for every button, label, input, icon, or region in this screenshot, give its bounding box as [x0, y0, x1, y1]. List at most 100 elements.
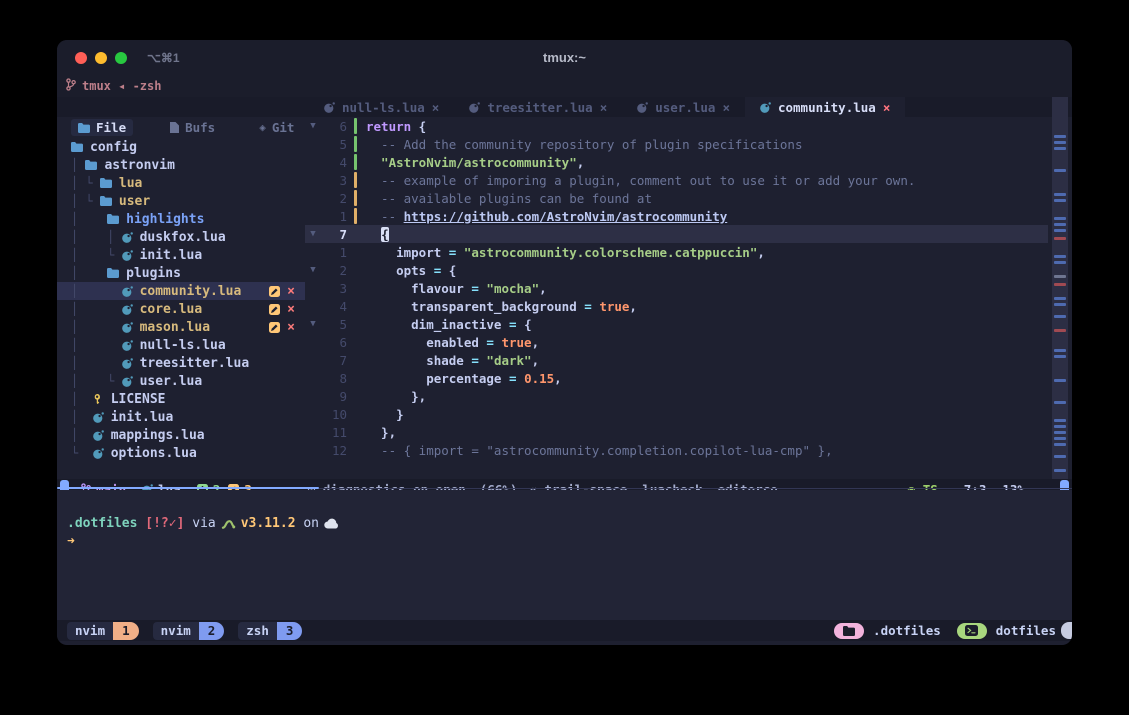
- tree-item-astronvim[interactable]: │ astronvim: [57, 156, 305, 174]
- git-sign: [354, 370, 357, 386]
- code-text: },: [360, 425, 396, 440]
- close-buffer-icon[interactable]: ×: [432, 100, 440, 115]
- tmux-window-2[interactable]: nvim2: [153, 622, 225, 640]
- tree-item-user.lua[interactable]: │ └ user.lua: [57, 372, 305, 390]
- folder-icon: [107, 214, 119, 224]
- code-line[interactable]: 8 percentage = 0.15,: [305, 369, 1048, 387]
- tree-item-duskfox.lua[interactable]: │ │ duskfox.lua: [57, 228, 305, 246]
- tree-item-lua[interactable]: │ └ lua: [57, 174, 305, 192]
- code-line[interactable]: 1 -- https://github.com/AstroNvim/astroc…: [305, 207, 1048, 225]
- shell-pane[interactable]: .dotfiles [!?✓] viav3.11.2 on ➜: [57, 490, 1072, 620]
- tree-item-plugins[interactable]: │ plugins: [57, 264, 305, 282]
- code-line[interactable]: 10 }: [305, 405, 1048, 423]
- tree-item-highlights[interactable]: │ highlights: [57, 210, 305, 228]
- code-line[interactable]: ▼7 {: [305, 225, 1048, 243]
- lua-icon: [93, 448, 104, 459]
- active-pane-border-segment: [57, 487, 319, 489]
- code-editor[interactable]: ▼6return {5 -- Add the community reposit…: [305, 117, 1048, 459]
- fold-chevron-icon[interactable]: ▼: [305, 265, 321, 275]
- git-sign: [354, 298, 357, 314]
- code-line[interactable]: 3 -- example of imporing a plugin, comme…: [305, 171, 1048, 189]
- tree-guide: │: [71, 428, 93, 442]
- nvim-body: FileBufs◈Git config│ astronvim│ └ lua│ └…: [57, 117, 1048, 459]
- code-line[interactable]: 1 import = "astrocommunity.colorscheme.c…: [305, 243, 1048, 261]
- explorer-tab-label: Git: [272, 120, 295, 135]
- tree-item-null-ls.lua[interactable]: │ null-ls.lua: [57, 336, 305, 354]
- code-line[interactable]: 11 },: [305, 423, 1048, 441]
- tree-item-label: plugins: [126, 266, 181, 281]
- lua-icon: [122, 340, 133, 351]
- tree-item-user[interactable]: │ └ user: [57, 192, 305, 210]
- scrollbar-mark: [1054, 217, 1066, 220]
- fold-chevron-icon[interactable]: ▼: [305, 229, 321, 239]
- tree-item-core.lua[interactable]: │ core.lua×: [57, 300, 305, 318]
- buffer-tab-user.lua[interactable]: user.lua ×: [622, 97, 745, 117]
- code-line[interactable]: 4 transparent_background = true,: [305, 297, 1048, 315]
- code-line[interactable]: 4 "AstroNvim/astrocommunity",: [305, 153, 1048, 171]
- scrollbar-mark: [1054, 169, 1066, 172]
- line-number: 2: [321, 191, 354, 206]
- close-buffer-icon[interactable]: ×: [883, 100, 891, 115]
- close-window-button[interactable]: [75, 52, 87, 64]
- tmux-window-1[interactable]: nvim1: [67, 622, 139, 640]
- terminal-tab-bar[interactable]: tmux ◂ -zsh: [57, 75, 1072, 98]
- git-sign: [354, 262, 357, 278]
- tree-item-mappings.lua[interactable]: │ mappings.lua: [57, 426, 305, 444]
- code-line[interactable]: ▼2 opts = {: [305, 261, 1048, 279]
- tree-item-config[interactable]: config: [57, 138, 305, 156]
- tree-item-init.lua[interactable]: │ └ init.lua: [57, 246, 305, 264]
- explorer-tab-file[interactable]: File: [71, 119, 133, 136]
- line-number: 4: [321, 299, 354, 314]
- code-line[interactable]: 2 -- available plugins can be found at: [305, 189, 1048, 207]
- explorer-tab-git[interactable]: ◈Git: [252, 119, 301, 136]
- scrollbar-mark: [1054, 329, 1066, 332]
- explorer-tab-bufs[interactable]: Bufs: [163, 119, 222, 136]
- scrollbar-mark: [1054, 193, 1066, 196]
- scrollbar-mark: [1054, 223, 1066, 226]
- minimize-window-button[interactable]: [95, 52, 107, 64]
- tmux-window-name: nvim: [67, 622, 113, 640]
- fold-chevron-icon[interactable]: ▼: [305, 319, 321, 329]
- tree-item-options.lua[interactable]: └ options.lua: [57, 444, 305, 462]
- code-line[interactable]: 6 enabled = true,: [305, 333, 1048, 351]
- code-line[interactable]: ▼6return {: [305, 117, 1048, 135]
- code-line[interactable]: ▼5 dim_inactive = {: [305, 315, 1048, 333]
- scrollbar-mark: [1054, 199, 1066, 202]
- tmux-pane-border[interactable]: [57, 487, 1072, 489]
- code-line[interactable]: 9 },: [305, 387, 1048, 405]
- code-line[interactable]: 7 shade = "dark",: [305, 351, 1048, 369]
- tree-guide: │: [71, 320, 122, 334]
- fold-chevron-icon[interactable]: ▼: [305, 121, 321, 131]
- code-text: -- example of imporing a plugin, comment…: [360, 173, 915, 188]
- tree-item-LICENSE[interactable]: │ LICENSE: [57, 390, 305, 408]
- tree-item-label: astronvim: [104, 158, 174, 173]
- scrollbar-mark: [1054, 237, 1066, 240]
- editor-scrollbar[interactable]: [1052, 97, 1068, 479]
- tree-item-init.lua[interactable]: │ init.lua: [57, 408, 305, 426]
- code-line[interactable]: 5 -- Add the community repository of plu…: [305, 135, 1048, 153]
- tmux-window-number: 1: [113, 622, 139, 640]
- zoom-window-button[interactable]: [115, 52, 127, 64]
- code-line[interactable]: 3 flavour = "mocha",: [305, 279, 1048, 297]
- git-sign: [354, 442, 357, 458]
- lua-icon: [122, 304, 133, 315]
- close-buffer-icon[interactable]: ×: [600, 100, 608, 115]
- buffer-tab-null-ls.lua[interactable]: null-ls.lua×: [309, 97, 454, 117]
- buffer-tab-label: user.lua: [655, 100, 715, 115]
- buffer-tab-treesitter.lua[interactable]: treesitter.lua×: [454, 97, 622, 117]
- buffer-tab-community.lua[interactable]: community.lua×: [745, 97, 905, 117]
- tree-item-treesitter.lua[interactable]: │ treesitter.lua: [57, 354, 305, 372]
- prompt-dir: .dotfiles: [67, 516, 137, 531]
- diagnostic-x-icon: ×: [287, 285, 295, 298]
- tmux-window-3[interactable]: zsh3: [238, 622, 302, 640]
- tree-guide: │ └: [71, 248, 122, 262]
- scrollbar-mark: [1054, 229, 1066, 232]
- scrollbar-mark: [1054, 297, 1066, 300]
- tree-item-community.lua[interactable]: │ community.lua×: [57, 282, 305, 300]
- tree-item-mason.lua[interactable]: │ mason.lua×: [57, 318, 305, 336]
- tree-item-label: duskfox.lua: [140, 230, 226, 245]
- code-line[interactable]: 12 -- { import = "astrocommunity.complet…: [305, 441, 1048, 459]
- line-number: 7: [321, 353, 354, 368]
- close-buffer-icon[interactable]: ×: [722, 100, 730, 115]
- file-explorer: FileBufs◈Git config│ astronvim│ └ lua│ └…: [57, 117, 305, 459]
